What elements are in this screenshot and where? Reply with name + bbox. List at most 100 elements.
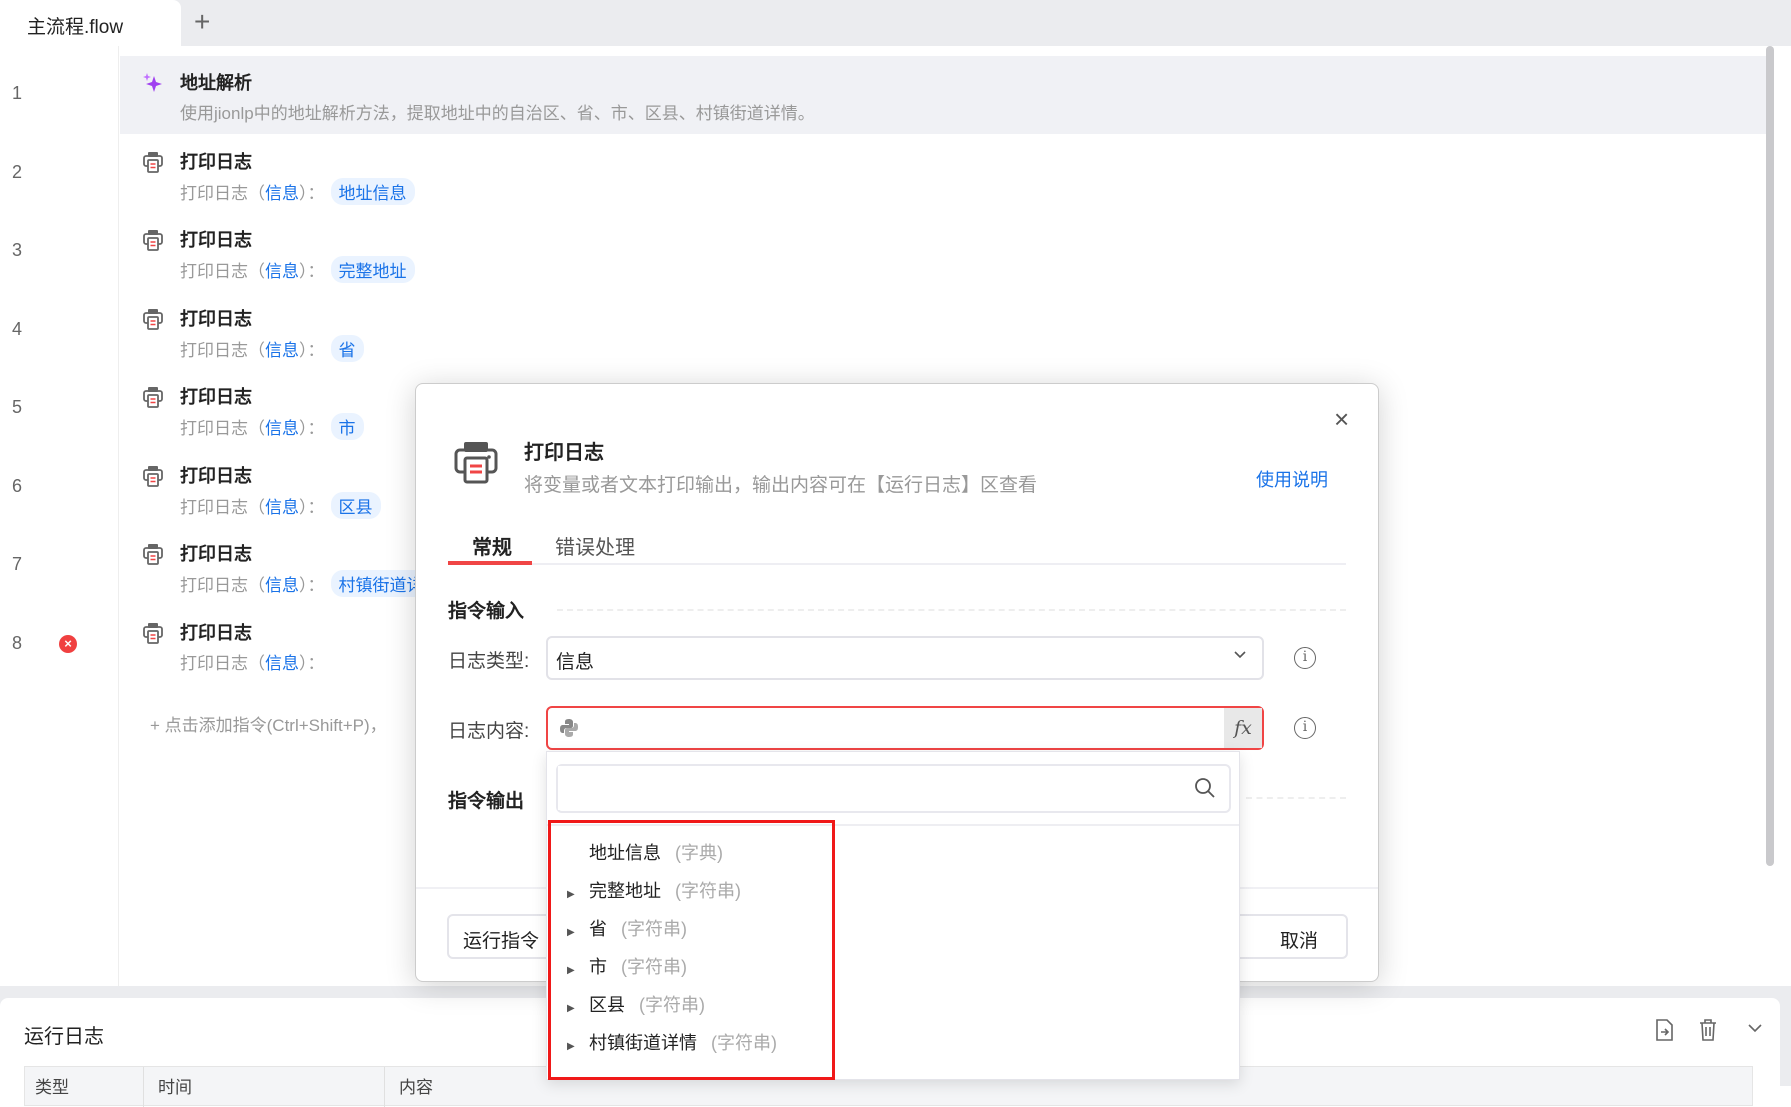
info-icon[interactable]: i: [1294, 647, 1316, 669]
log-type: 信息: [265, 183, 299, 203]
collapse-chevron-icon[interactable]: [1743, 1018, 1767, 1042]
tab-error-handling[interactable]: 错误处理: [555, 531, 635, 560]
desc-suffix: ）：: [299, 262, 325, 281]
log-type: 信息: [265, 262, 299, 281]
log-type-select[interactable]: 信息: [546, 636, 1264, 680]
log-type-value: 信息: [556, 652, 595, 673]
line-gutter: 1 2 3 4 5 6 7 8 ×: [0, 46, 119, 986]
desc-suffix: ）：: [299, 419, 325, 438]
tab-main-flow[interactable]: 主流程.flow: [0, 0, 181, 46]
log-type: 信息: [265, 340, 299, 360]
desc-prefix: 打印日志（: [180, 497, 265, 517]
step-description: 打印日志（信息）：: [180, 649, 325, 674]
highlight-box: [548, 820, 835, 1080]
variable-search-input[interactable]: [556, 764, 1231, 813]
desc-suffix: ）：: [299, 183, 325, 203]
sparkle-icon: [142, 72, 164, 94]
run-log-title: 运行日志: [24, 1026, 104, 1048]
step-title: 打印日志: [180, 230, 252, 250]
close-icon[interactable]: ×: [1334, 404, 1349, 435]
tab-bar: 主流程.flow +: [0, 0, 1791, 46]
step-title: 打印日志: [180, 622, 252, 643]
step-title: 打印日志: [180, 465, 252, 486]
line-number: 2: [12, 161, 23, 182]
add-command-link[interactable]: + 点击添加指令(Ctrl+Shift+P)，: [150, 711, 387, 736]
step-title: 打印日志: [180, 308, 252, 329]
variable-dropdown: 地址信息 (字典) ▶ 完整地址 (字符串) ▶ 省 (字符串) ▶ 市 (字符串) ▶ 区县 (字符串)…: [546, 751, 1240, 1080]
variable-chip[interactable]: 区县: [330, 491, 381, 519]
output-section-title: 指令输出: [448, 791, 525, 812]
variable-chip[interactable]: 地址信息: [330, 177, 415, 205]
desc-suffix: ）：: [299, 497, 325, 517]
step-description: 使用jionlp中的地址解析方法，提取地址中的自治区、省、市、区县、村镇街道详情…: [180, 104, 815, 123]
printer-icon: [452, 438, 500, 486]
variable-chip[interactable]: 省: [330, 334, 364, 362]
desc-prefix: 打印日志（: [180, 262, 265, 281]
step-description: 打印日志（信息）： 市: [180, 413, 364, 440]
tab-general[interactable]: 常规: [472, 531, 512, 560]
error-icon[interactable]: ×: [59, 634, 77, 653]
dialog-description: 将变量或者文本打印输出，输出内容可在【运行日志】区查看: [524, 475, 1038, 496]
python-icon: [558, 717, 580, 739]
line-number: 8: [12, 632, 23, 653]
line-number: 1: [12, 83, 23, 103]
step-title: 地址解析: [180, 73, 252, 93]
desc-prefix: 打印日志（: [180, 653, 265, 673]
active-tab-indicator: [448, 561, 532, 565]
line-number: 4: [12, 318, 23, 339]
step-title: 打印日志: [180, 151, 252, 172]
flow-step-row[interactable]: 地址解析使用jionlp中的地址解析方法，提取地址中的自治区、省、市、区县、村镇…: [120, 56, 1768, 134]
info-icon[interactable]: i: [1294, 717, 1316, 739]
editor-scrollbar[interactable]: [1766, 46, 1774, 866]
log-type: 信息: [265, 576, 299, 595]
log-content-label: 日志内容:: [448, 721, 530, 742]
printer-icon: [142, 308, 164, 330]
flow-step-row[interactable]: 打印日志打印日志（信息）： 完整地址: [120, 213, 1768, 291]
printer-icon: [142, 622, 164, 644]
desc-suffix: ）：: [299, 653, 325, 673]
variable-chip[interactable]: 市: [330, 413, 364, 440]
variable-search-field[interactable]: [558, 766, 1158, 810]
step-title: 打印日志: [180, 387, 252, 407]
desc-suffix: ）：: [299, 340, 325, 360]
step-description: 打印日志（信息）：省: [180, 334, 364, 362]
add-tab-button[interactable]: +: [194, 6, 210, 38]
printer-icon: [142, 465, 164, 487]
line-number: 7: [12, 554, 23, 574]
desc-prefix: 打印日志（: [180, 419, 265, 438]
log-type: 信息: [265, 497, 299, 517]
chevron-down-icon: [1232, 646, 1248, 667]
flow-step-row[interactable]: 打印日志打印日志（信息）： 地址信息: [120, 135, 1768, 213]
flow-step-row[interactable]: 打印日志打印日志（信息）：省: [120, 292, 1768, 370]
line-number: 5: [12, 397, 23, 417]
variable-chip[interactable]: 完整地址: [330, 256, 415, 283]
printer-icon: [142, 229, 164, 251]
step-description: 打印日志（信息）： 区县: [180, 491, 381, 519]
desc-prefix: 打印日志（: [180, 183, 265, 203]
log-type-label: 日志类型:: [448, 651, 530, 672]
dialog-tabs: 常规 错误处理: [448, 527, 1346, 565]
fx-button[interactable]: fx: [1224, 708, 1262, 748]
export-file-icon[interactable]: [1652, 1018, 1676, 1042]
search-icon: [1193, 776, 1217, 800]
input-section-title: 指令输入: [448, 601, 525, 622]
line-number: 3: [12, 240, 23, 260]
step-description: 打印日志（信息）： 完整地址: [180, 256, 415, 283]
tab-label: 主流程.flow: [27, 17, 124, 38]
log-content-input[interactable]: fx: [546, 706, 1264, 750]
step-description: 打印日志（信息）： 地址信息: [180, 177, 415, 205]
desc-prefix: 打印日志（: [180, 576, 265, 595]
help-link[interactable]: 使用说明: [1256, 466, 1328, 492]
step-description: 打印日志（信息）： 村镇街道详情: [180, 570, 449, 597]
desc-suffix: ）：: [299, 576, 325, 595]
run-command-button[interactable]: 运行指令: [447, 914, 556, 959]
log-type: 信息: [265, 419, 299, 438]
log-type: 信息: [265, 653, 299, 673]
printer-icon: [142, 151, 164, 173]
step-title: 打印日志: [180, 544, 252, 564]
desc-prefix: 打印日志（: [180, 340, 265, 360]
printer-icon: [142, 386, 164, 408]
dialog-title: 打印日志: [524, 442, 604, 464]
line-number: 6: [12, 475, 23, 496]
trash-icon[interactable]: [1696, 1018, 1720, 1042]
